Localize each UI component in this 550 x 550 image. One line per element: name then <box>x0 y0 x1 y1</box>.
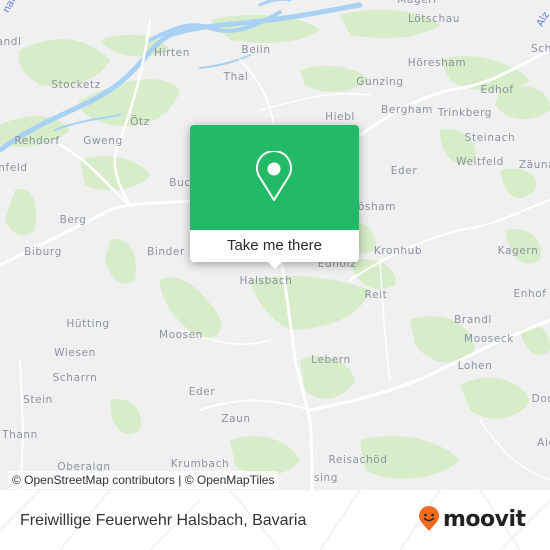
place-label: Mooseck <box>464 333 514 345</box>
place-label: Enhof <box>513 288 547 300</box>
place-label: Mageri <box>397 0 437 6</box>
place-label: Reit <box>364 289 388 301</box>
place-label: Lötschau <box>408 13 460 25</box>
place-label: Stocketz <box>51 79 101 91</box>
map-pin-icon <box>256 151 292 201</box>
moovit-smiley-pin-icon <box>419 506 439 531</box>
place-label: Weitfeld <box>456 156 504 168</box>
place-label: Kagern <box>497 245 539 257</box>
place-label: sing <box>313 472 339 484</box>
place-label: Trinkberg <box>437 107 493 119</box>
place-label: Höresham <box>407 57 467 69</box>
place-label: andl <box>0 36 22 48</box>
place-label: Steinach <box>464 132 516 144</box>
place-label: Hirten <box>154 47 190 59</box>
place-label: Lohen <box>457 360 493 372</box>
take-me-there-button[interactable]: Take me there <box>190 230 359 262</box>
place-label: Gunzing <box>356 76 404 88</box>
popup-pointer <box>268 262 282 269</box>
place-label: Reisachöd <box>328 454 388 466</box>
place-label: Hiebl <box>325 111 355 123</box>
place-label: Zäuna <box>518 159 550 171</box>
place-label-halsbach: Halsbach <box>239 275 293 287</box>
place-label: nfeld <box>0 162 28 174</box>
place-label: Scharrn <box>52 372 98 384</box>
place-label: Sche <box>531 43 550 55</box>
map-attribution[interactable]: © OpenStreetMap contributors | © OpenMap… <box>8 471 279 489</box>
place-label: Biburg <box>24 246 62 258</box>
place-label: Bergham <box>381 104 433 116</box>
moovit-logo[interactable]: moovit <box>418 506 526 532</box>
place-label: Binder <box>147 246 185 258</box>
place-title: Freiwillige Feuerwehr Halsbach, Bavaria <box>20 512 307 529</box>
footer-bar: Freiwillige Feuerwehr Halsbach, Bavaria … <box>0 490 550 550</box>
popup-header[interactable] <box>190 125 359 230</box>
place-label: Ötz <box>130 116 150 128</box>
place-label: Dor <box>531 393 550 405</box>
place-label: Brandl <box>454 314 492 326</box>
location-popup[interactable]: Take me there <box>190 125 359 269</box>
place-label: Gweng <box>83 135 123 147</box>
place-label: Lebern <box>311 354 351 366</box>
place-label: Moosen <box>158 329 204 341</box>
place-label: Eder <box>390 165 418 177</box>
place-label: Beiln <box>241 44 271 56</box>
place-label: Berg <box>59 214 87 226</box>
place-label: ösham <box>357 201 397 213</box>
place-label: Zaun <box>221 413 251 425</box>
place-label: Wiesen <box>54 347 96 359</box>
place-label: Eder <box>188 386 216 398</box>
place-label: Edhof <box>480 84 514 96</box>
place-label: Thann <box>2 429 38 441</box>
place-label: Hütting <box>66 318 110 330</box>
place-label: Kronhub <box>373 245 423 257</box>
place-label: Buc <box>169 177 191 189</box>
place-label: Thal <box>223 71 249 83</box>
moovit-logo-text: moovit <box>443 506 526 532</box>
place-label: Rehdorf <box>14 135 60 147</box>
place-label: Aic <box>537 437 550 449</box>
place-label: Stein <box>23 394 53 406</box>
place-label: Krumbach <box>170 458 230 470</box>
map-view[interactable]: Alz nal Hirten Beiln Thal Mageri Lötscha… <box>0 0 550 490</box>
